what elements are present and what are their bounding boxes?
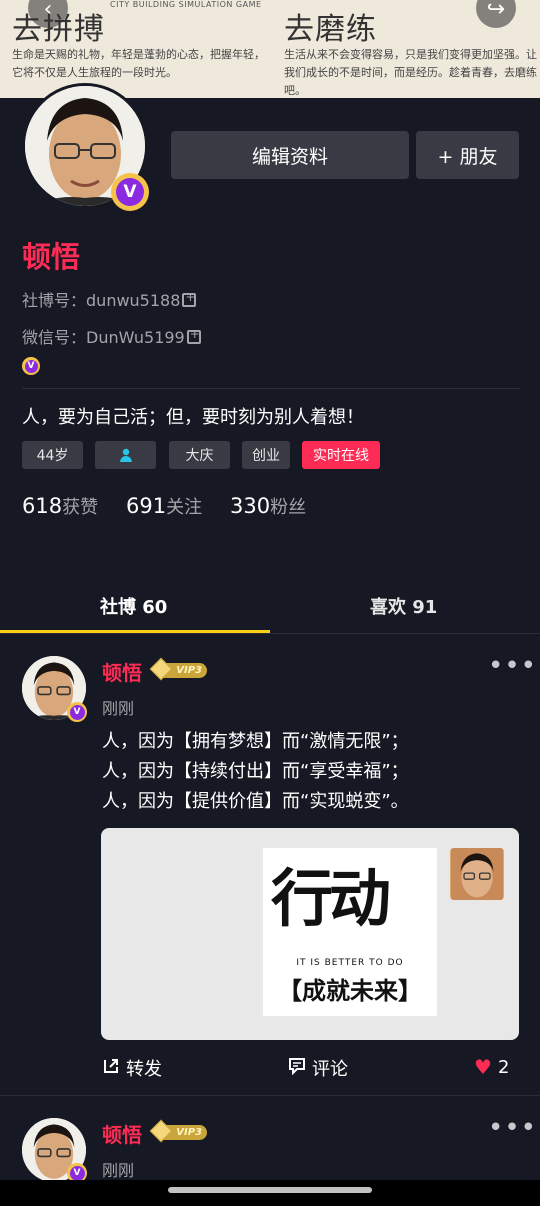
stat-followers[interactable]: 330粉丝 xyxy=(230,493,306,519)
poster-slogan: 【成就未来】 xyxy=(278,977,422,1005)
post-divider xyxy=(0,1095,540,1096)
stat-likes[interactable]: 618获赞 xyxy=(22,493,98,519)
edit-profile-button[interactable]: 编辑资料 xyxy=(171,131,409,179)
post-text-line: 人，因为【提供价值】而“实现蜕变”。 xyxy=(102,791,409,812)
share-icon xyxy=(102,1057,120,1080)
banner-left-text: 生命是天赐的礼物，年轻是蓬勃的心态，把握年轻，它将不仅是人生旅程的一段时光。 xyxy=(12,48,265,79)
tab-divider xyxy=(0,633,540,634)
stat-following-label: 关注 xyxy=(166,497,203,518)
tab-likes[interactable]: 喜欢 91 xyxy=(370,593,437,619)
poster-image: 行动 IT IS BETTER TO DO 【成就未来】 xyxy=(263,848,437,1016)
wechat-label: 微信号： xyxy=(22,328,87,347)
system-nav-bar xyxy=(0,1180,540,1206)
post-time: 刚刚 xyxy=(102,699,135,718)
comment-button[interactable]: 评论 xyxy=(288,1055,348,1081)
tag-online-status: 实时在线 xyxy=(302,441,380,469)
add-friend-button[interactable]: + 朋友 xyxy=(416,131,519,179)
wechat-value: DunWu5199 xyxy=(86,328,185,347)
stat-likes-value: 618 xyxy=(22,494,63,518)
post-author-name[interactable]: 顿悟 xyxy=(102,1119,142,1148)
stat-following-value: 691 xyxy=(126,494,167,518)
copy-icon[interactable] xyxy=(186,327,201,344)
tag-gender xyxy=(95,441,156,469)
post-image-card[interactable]: 行动 IT IS BETTER TO DO 【成就未来】 xyxy=(101,828,519,1040)
stat-followers-value: 330 xyxy=(230,494,271,518)
banner-left-title: 去拼搏 xyxy=(12,12,105,47)
share-button[interactable]: 转发 xyxy=(102,1055,162,1081)
wechat-id-row: 微信号：DunWu5199 xyxy=(22,324,201,348)
verified-badge-small: V xyxy=(22,357,40,375)
like-button[interactable]: ♥ 2 xyxy=(474,1055,509,1079)
verified-letter: V xyxy=(69,704,85,720)
verified-letter: V xyxy=(69,1165,85,1181)
like-count: 2 xyxy=(497,1056,510,1078)
more-options-icon[interactable]: ••• xyxy=(488,651,537,681)
id-label: 社博号： xyxy=(22,291,87,310)
tag-city: 大庆 xyxy=(169,441,230,469)
stat-followers-label: 粉丝 xyxy=(270,497,307,518)
poster-title: 行动 xyxy=(271,862,391,935)
vip-badge: VIP3 xyxy=(155,1125,207,1140)
poster-subtitle: IT IS BETTER TO DO xyxy=(296,958,404,968)
vip-badge: VIP3 xyxy=(155,663,207,678)
avatar-face-image xyxy=(451,848,503,900)
more-options-icon[interactable]: ••• xyxy=(488,1113,537,1143)
stat-following[interactable]: 691关注 xyxy=(126,493,202,519)
tag-age: 44岁 xyxy=(22,441,83,469)
profile-id-row: 社博号：dunwu5188 xyxy=(22,287,197,311)
comment-icon xyxy=(288,1057,306,1080)
share-label: 转发 xyxy=(126,1059,162,1080)
tab-posts[interactable]: 社博 60 xyxy=(100,593,167,619)
banner-right-title: 去磨练 xyxy=(284,12,377,47)
verified-badge-large: V xyxy=(111,173,149,211)
profile-divider xyxy=(22,388,520,389)
person-icon xyxy=(119,448,132,462)
verified-letter: V xyxy=(24,359,38,373)
banner-right-text: 生活从来不会变得容易，只是我们变得更加坚强。让我们成长的不是时间，而是经历。趁着… xyxy=(284,48,537,97)
post-verified-badge: V xyxy=(67,702,87,722)
tag-industry: 创业 xyxy=(242,441,290,469)
comment-label: 评论 xyxy=(312,1059,348,1080)
profile-name: 顿悟 xyxy=(22,240,81,274)
post-text-line: 人，因为【拥有梦想】而“激情无限”； xyxy=(102,731,409,752)
home-indicator[interactable] xyxy=(168,1187,372,1193)
stat-likes-label: 获赞 xyxy=(62,497,99,518)
banner-left-tag: CITY BUILDING SIMULATION GAME xyxy=(110,0,262,9)
post-author-name[interactable]: 顿悟 xyxy=(102,657,142,686)
post-time: 刚刚 xyxy=(102,1161,135,1180)
post-text-line: 人，因为【持续付出】而“享受幸福”； xyxy=(102,761,409,782)
poster-thumbnail xyxy=(450,848,504,900)
profile-bio: 人，要为自己活；但，要时刻为别人着想！ xyxy=(22,407,364,428)
id-value: dunwu5188 xyxy=(86,291,181,310)
heart-icon: ♥ xyxy=(474,1055,492,1079)
verified-letter: V xyxy=(116,178,144,206)
copy-icon[interactable] xyxy=(182,290,197,307)
